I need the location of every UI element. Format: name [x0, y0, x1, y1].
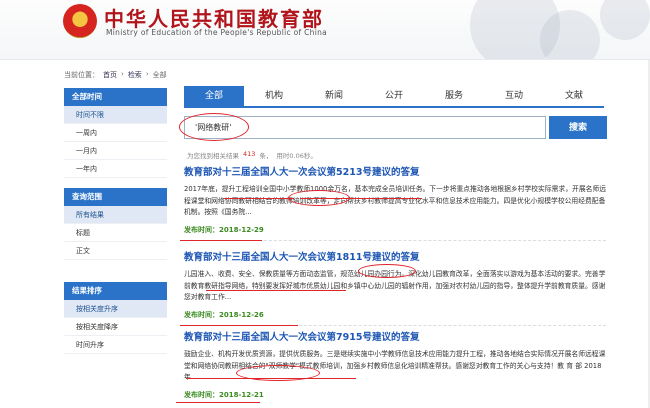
search-input[interactable]	[185, 117, 545, 138]
filter-sidebar: 全部时间 时间不限 一周内 一月内 一年内 查询范围 所有结果 标题 正文 结果…	[64, 88, 167, 354]
result-item: 教育部对十三届全国人大一次会议第1811号建议的答复 儿园准入、收费、安全、保教…	[184, 251, 606, 326]
sidebar-item-relevance-asc[interactable]: 按相关度升序	[64, 300, 167, 318]
annotation-underline	[176, 402, 260, 403]
breadcrumb-search[interactable]: 检索	[128, 70, 142, 80]
result-summary-prefix: 为您找到相关结果	[187, 152, 239, 160]
category-tabs: 全部 机构 新闻 公开 服务 互动 文献	[184, 86, 604, 108]
tab-public[interactable]: 公开	[364, 86, 424, 106]
breadcrumb-prefix: 当前位置：	[64, 71, 99, 79]
result-date: 发布时间：2018-12-29	[184, 225, 264, 234]
tab-services[interactable]: 服务	[424, 86, 484, 106]
result-time: 用时0.06秒。	[276, 152, 317, 160]
sidebar-item-past-year[interactable]: 一年内	[64, 160, 167, 178]
result-snippet: 2017年底，提升工程培训全国中小学教师1000余万名，基本完成全员培训任务。下…	[184, 185, 607, 216]
breadcrumb-home[interactable]: 首页	[103, 70, 117, 80]
sidebar-item-any-time[interactable]: 时间不限	[64, 106, 167, 124]
result-divider	[184, 239, 606, 241]
site-header: 中华人民共和国教育部 Ministry of Education of the …	[0, 0, 650, 60]
breadcrumb-current: 全部	[152, 71, 167, 79]
breadcrumb-separator: ›	[145, 70, 149, 78]
tab-literature[interactable]: 文献	[544, 86, 604, 106]
result-item: 教育部对十三届全国人大一次会议第5213号建议的答复 2017年底，提升工程培训…	[184, 166, 606, 241]
result-summary: 为您找到相关结果 413 条， 用时0.06秒。	[187, 150, 317, 160]
national-emblem-icon[interactable]	[63, 4, 97, 38]
result-title-link[interactable]: 教育部对十三届全国人大一次会议第7915号建议的答复	[184, 331, 606, 345]
result-title-link[interactable]: 教育部对十三届全国人大一次会议第1811号建议的答复	[184, 251, 606, 265]
sidebar-item-time-asc[interactable]: 时间升序	[64, 336, 167, 354]
site-subtitle: Ministry of Education of the People's Re…	[106, 28, 328, 37]
result-date: 发布时间：2018-12-21	[184, 390, 264, 399]
tab-all[interactable]: 全部	[184, 86, 244, 106]
search-box	[184, 116, 546, 139]
header-decoration	[600, 0, 650, 40]
tab-news[interactable]: 新闻	[304, 86, 364, 106]
result-snippet: 儿园准入、收费、安全、保教质量等方面动态监管，规范幼儿园办园行为。深化幼儿园教育…	[184, 270, 606, 301]
result-count: 413	[243, 150, 256, 158]
sidebar-item-past-month[interactable]: 一月内	[64, 142, 167, 160]
sidebar-item-title[interactable]: 标题	[64, 224, 167, 242]
header-decoration	[540, 10, 600, 59]
sidebar-heading-sort: 结果排序	[64, 282, 167, 300]
sidebar-item-body[interactable]: 正文	[64, 242, 167, 260]
sidebar-item-past-week[interactable]: 一周内	[64, 124, 167, 142]
result-divider	[184, 324, 606, 326]
breadcrumb-separator: ›	[121, 70, 124, 78]
tab-interaction[interactable]: 互动	[484, 86, 544, 106]
sidebar-item-all-results[interactable]: 所有结果	[64, 206, 167, 224]
sidebar-heading-scope: 查询范围	[64, 188, 167, 206]
search-button[interactable]: 搜索	[549, 116, 607, 139]
result-title-link[interactable]: 教育部对十三届全国人大一次会议第5213号建议的答复	[184, 166, 606, 180]
tab-institutions[interactable]: 机构	[244, 86, 304, 106]
sidebar-heading-time: 全部时间	[64, 88, 167, 106]
result-snippet: 鼓励企业、机构开发优质资源，提供优质服务。三是继续实施中小学教师信息技术应用能力…	[184, 350, 606, 381]
result-item: 教育部对十三届全国人大一次会议第7915号建议的答复 鼓励企业、机构开发优质资源…	[184, 331, 606, 400]
sidebar-item-relevance-desc[interactable]: 按相关度降序	[64, 318, 167, 336]
result-summary-unit: 条，	[259, 152, 273, 160]
result-date: 发布时间：2018-12-26	[184, 310, 264, 319]
breadcrumb: 当前位置： 首页 › 检索 › 全部	[64, 70, 167, 80]
